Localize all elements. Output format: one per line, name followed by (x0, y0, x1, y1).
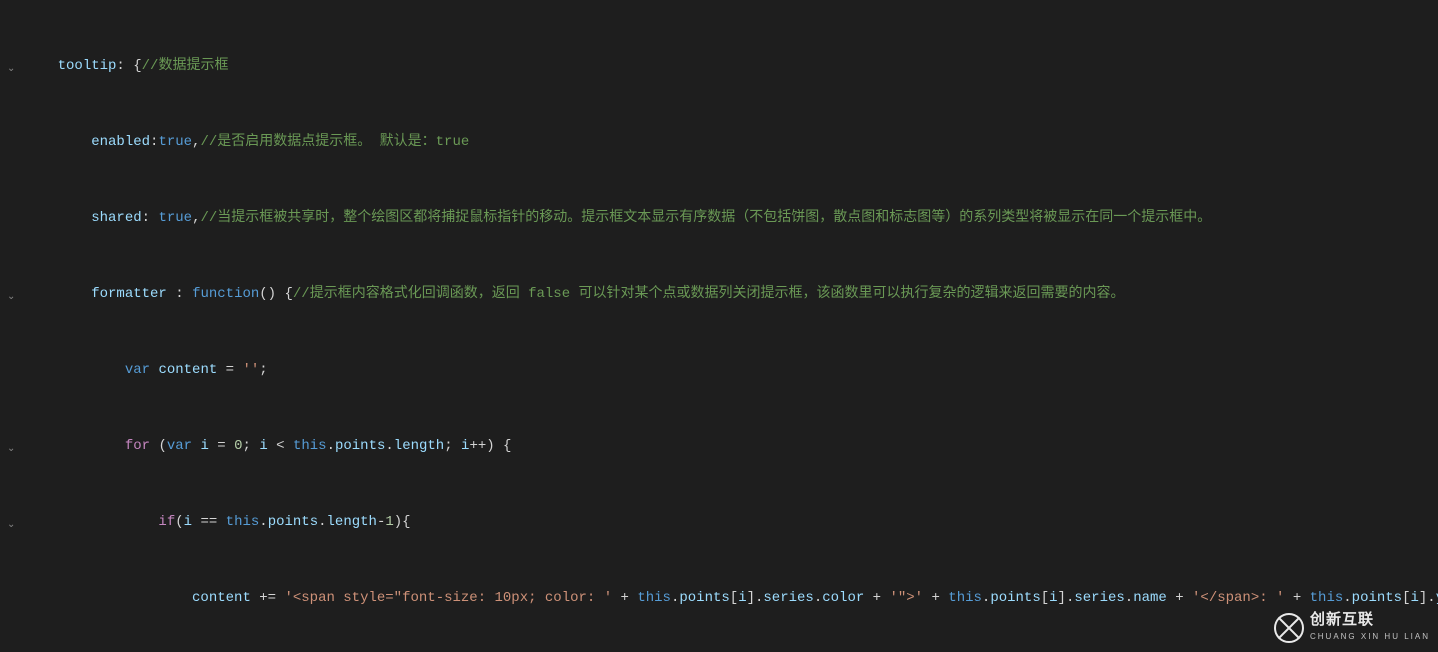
fold-icon[interactable]: ⌄ (7, 288, 19, 300)
code-line[interactable]: ⌄ formatter : function() {//提示框内容格式化回调函数… (24, 285, 1438, 304)
fold-icon[interactable]: ⌄ (7, 440, 19, 452)
code-line[interactable]: var content = ''; (24, 361, 1438, 380)
watermark-logo: 创新互联 CHUANG XIN HU LIAN (1274, 610, 1430, 646)
code-line[interactable]: content += '<span style="font-size: 10px… (24, 589, 1438, 608)
code-line[interactable]: ⌄ if(i == this.points.length-1){ (24, 513, 1438, 532)
fold-icon[interactable]: ⌄ (7, 516, 19, 528)
code-editor[interactable]: ⌄ tooltip: {//数据提示框 enabled:true,//是否启用数… (0, 0, 1438, 652)
code-line[interactable]: ⌄ tooltip: {//数据提示框 (24, 57, 1438, 76)
code-line[interactable]: shared: true,//当提示框被共享时，整个绘图区都将捕捉鼠标指针的移动… (24, 209, 1438, 228)
fold-icon[interactable]: ⌄ (7, 60, 19, 72)
code-line[interactable]: enabled:true,//是否启用数据点提示框。 默认是：true (24, 133, 1438, 152)
watermark-subtext: CHUANG XIN HU LIAN (1310, 627, 1430, 646)
logo-icon (1268, 607, 1310, 649)
code-line[interactable]: ⌄ for (var i = 0; i < this.points.length… (24, 437, 1438, 456)
